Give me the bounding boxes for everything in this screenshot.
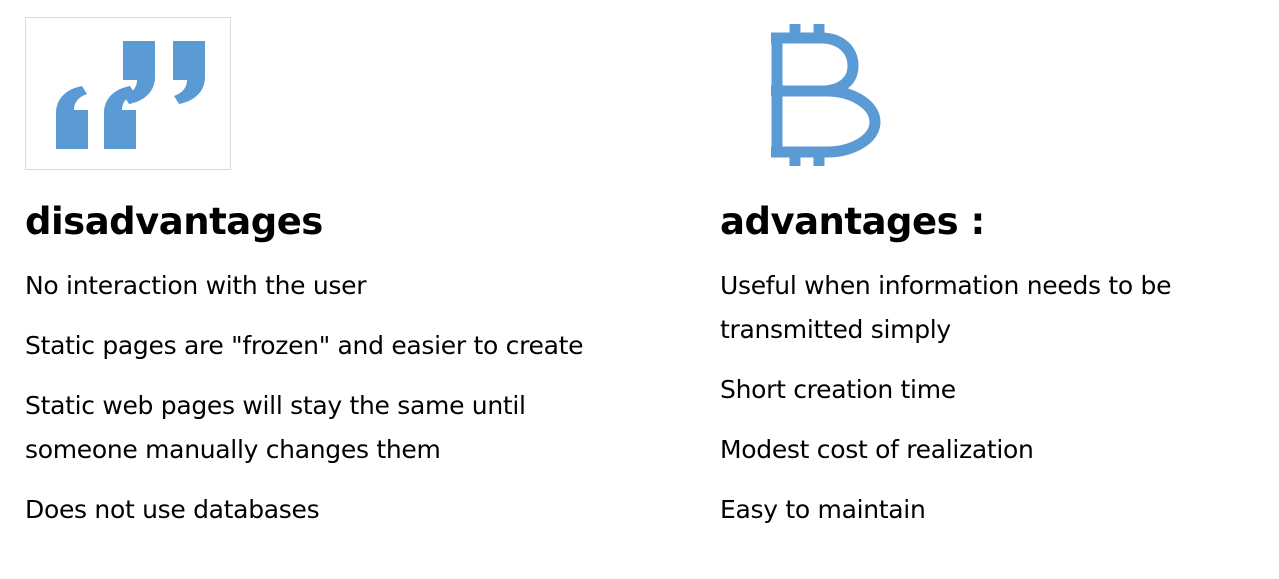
advantages-list: Useful when information needs to be tran… (720, 264, 1275, 548)
advantage-item: Easy to maintain (720, 495, 926, 524)
disadvantages-list: No interaction with the user Static page… (25, 264, 635, 548)
advantage-item: Modest cost of realization (720, 435, 1034, 464)
advantage-item: Useful when information needs to be tran… (720, 271, 1172, 344)
disadvantage-item: No interaction with the user (25, 271, 367, 300)
advantages-heading: advantages : (720, 200, 985, 243)
disadvantage-item: Static pages are "frozen" and easier to … (25, 331, 584, 360)
advantage-item: Short creation time (720, 375, 956, 404)
quotation-marks-icon (56, 41, 205, 149)
disadvantages-heading: disadvantages (25, 200, 323, 243)
bitcoin-icon (763, 24, 885, 166)
disadvantage-item: Static web pages will stay the same unti… (25, 391, 526, 464)
disadvantage-item: Does not use databases (25, 495, 320, 524)
quotation-marks-frame (25, 17, 231, 170)
